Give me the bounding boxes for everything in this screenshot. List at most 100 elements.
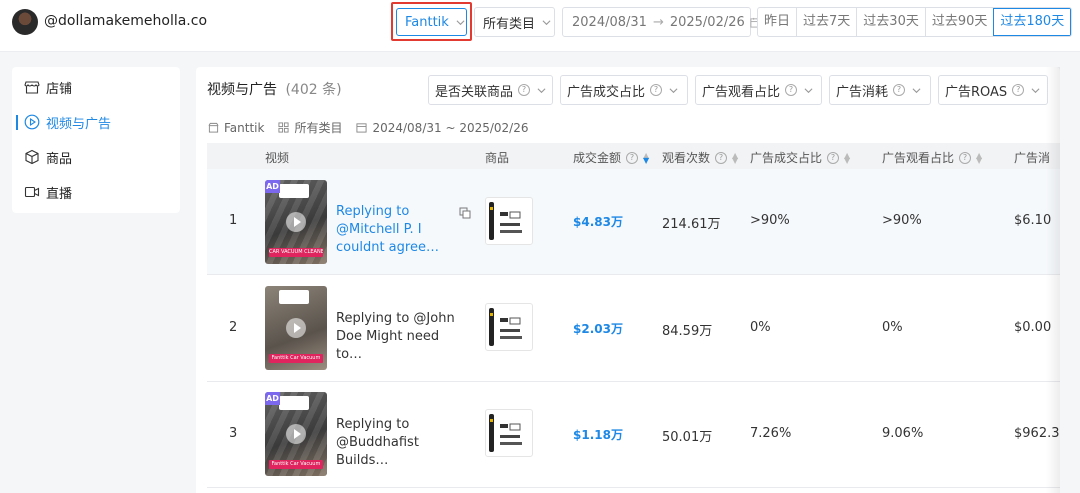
- play-icon[interactable]: [286, 212, 306, 232]
- video-title-link[interactable]: Replying to @Mitchell P. I couldnt agree…: [336, 203, 458, 257]
- col-ad-view-ratio[interactable]: 广告观看占比? ▲ ▼: [882, 149, 982, 166]
- col-label: 广告观看占比: [882, 151, 955, 165]
- active-indicator: [16, 115, 18, 130]
- store-icon: [24, 79, 40, 95]
- page-title: 视频与广告 (402 条): [207, 79, 342, 99]
- table-row[interactable]: 2 Fanttik Car Vacuum Replying to @John D…: [207, 276, 1060, 382]
- help-icon[interactable]: ?: [715, 151, 728, 164]
- filter-ad-roas[interactable]: 广告ROAS?: [938, 75, 1048, 105]
- product-image: [489, 308, 522, 346]
- table-row[interactable]: 1 AD CAR VACUUM CLEANER Replying to @Mit…: [207, 169, 1060, 275]
- help-icon[interactable]: ?: [626, 151, 639, 164]
- product-thumbnail[interactable]: [485, 197, 533, 245]
- avatar[interactable]: [12, 9, 38, 35]
- chevron-down-icon: [912, 86, 921, 95]
- col-ad-spend[interactable]: 广告消: [1014, 149, 1050, 166]
- gmv-value: $1.18万: [573, 428, 623, 442]
- ad-gmv-ratio-value: 0%: [750, 320, 771, 335]
- range-7d[interactable]: 过去7天: [796, 8, 856, 36]
- filter-ad-gmv-ratio[interactable]: 广告成交占比?: [560, 75, 688, 105]
- sidebar-item-live[interactable]: 直播: [12, 176, 180, 208]
- category-select[interactable]: 所有类目: [474, 7, 555, 37]
- filter-ad-view-ratio[interactable]: 广告观看占比?: [695, 75, 822, 105]
- video-caption: Fanttik Car Vacuum: [269, 354, 323, 363]
- calendar-icon: [356, 122, 368, 133]
- help-icon[interactable]: ?: [893, 84, 906, 96]
- col-views[interactable]: 观看次数? ▲ ▼: [662, 149, 738, 166]
- sidebar-item-label: 店铺: [46, 81, 73, 97]
- help-icon[interactable]: ?: [650, 84, 663, 96]
- sidebar-item-store[interactable]: 店铺: [12, 71, 180, 103]
- page-title-text: 视频与广告: [207, 82, 277, 98]
- row-rank: 2: [229, 320, 238, 335]
- product-thumbnail[interactable]: [485, 303, 533, 351]
- highlight-box: [391, 2, 472, 41]
- range-180d[interactable]: 过去180天: [993, 8, 1072, 36]
- meta-category: 所有类目: [278, 119, 342, 136]
- account-handle[interactable]: @dollamakemeholla.co: [44, 13, 207, 29]
- gmv-value: $4.83万: [573, 215, 623, 229]
- video-title[interactable]: Replying to @Buddhafist Builds…: [336, 416, 458, 470]
- filter-label: 广告成交占比: [567, 84, 646, 100]
- help-icon[interactable]: ?: [827, 151, 840, 164]
- table-row[interactable]: 3 AD Fanttik Car Vacuum Replying to @Bud…: [207, 382, 1060, 488]
- sort-icon[interactable]: ▲ ▼: [844, 151, 850, 164]
- range-90d[interactable]: 过去90天: [924, 8, 994, 36]
- table-header: 视频 商品 成交金额? ▲ ▼ 观看次数? ▲ ▼ 广告成交占比? ▲ ▼ 广告观看占…: [207, 143, 1060, 169]
- help-icon[interactable]: ?: [959, 151, 972, 164]
- video-caption: Fanttik Car Vacuum: [269, 460, 323, 469]
- help-icon[interactable]: ?: [785, 84, 798, 96]
- views-value: 84.59万: [662, 324, 713, 339]
- date-start: 2024/08/31: [572, 14, 647, 30]
- filter-linked-product[interactable]: 是否关联商品?: [428, 75, 553, 105]
- sidebar: 店铺 视频与广告 商品 直播: [12, 67, 180, 213]
- views-value: 50.01万: [662, 430, 713, 445]
- play-circle-icon: [24, 114, 40, 130]
- video-thumbnail[interactable]: AD CAR VACUUM CLEANER: [265, 180, 327, 264]
- meta-shop-text: Fanttik: [224, 120, 265, 135]
- ad-badge: AD: [265, 392, 280, 405]
- help-icon[interactable]: ?: [518, 84, 530, 96]
- gmv-value: $2.03万: [573, 322, 623, 336]
- meta-date: 2024/08/31 ~ 2025/02/26: [356, 121, 528, 135]
- ad-view-ratio-value: 0%: [882, 320, 903, 335]
- row-rank: 1: [229, 213, 238, 228]
- col-label: 观看次数: [662, 151, 711, 165]
- col-label: 成交金额: [573, 151, 622, 165]
- product-thumbnail[interactable]: [485, 409, 533, 457]
- sidebar-item-videos-ads[interactable]: 视频与广告: [12, 106, 180, 138]
- grid-icon: [278, 122, 289, 133]
- date-arrow: →: [652, 14, 664, 30]
- meta-category-text: 所有类目: [294, 121, 343, 135]
- video-thumbnail[interactable]: AD Fanttik Car Vacuum: [265, 392, 327, 476]
- copy-icon[interactable]: [459, 207, 471, 219]
- ad-view-ratio-value: >90%: [882, 213, 922, 228]
- play-icon[interactable]: [286, 318, 306, 338]
- range-30d[interactable]: 过去30天: [856, 8, 925, 36]
- col-ad-gmv-ratio[interactable]: 广告成交占比? ▲ ▼: [750, 149, 850, 166]
- video-thumbnail[interactable]: Fanttik Car Vacuum: [265, 286, 327, 370]
- filter-label: 广告ROAS: [945, 84, 1008, 100]
- range-yesterday[interactable]: 昨日: [758, 8, 796, 36]
- date-end: 2025/02/26: [669, 14, 745, 30]
- chevron-down-icon: [537, 86, 546, 95]
- sidebar-item-products[interactable]: 商品: [12, 141, 180, 173]
- views-value: 214.61万: [662, 217, 721, 232]
- sort-icon[interactable]: ▲ ▼: [732, 151, 738, 164]
- chevron-down-icon: [669, 86, 678, 95]
- top-bar: @dollamakemeholla.co Fanttik 所有类目 2024/0…: [0, 0, 1080, 52]
- sort-icon[interactable]: ▲ ▼: [976, 151, 982, 164]
- filter-label: 广告观看占比: [702, 84, 781, 100]
- date-range-picker[interactable]: 2024/08/31 → 2025/02/26: [562, 7, 761, 37]
- filter-ad-spend[interactable]: 广告消耗?: [829, 75, 931, 105]
- product-image: [489, 202, 522, 240]
- help-icon[interactable]: ?: [1012, 84, 1025, 96]
- box-icon: [24, 149, 40, 165]
- play-icon[interactable]: [286, 424, 306, 444]
- comment-card: [279, 184, 309, 198]
- col-gmv[interactable]: 成交金额? ▲ ▼: [573, 149, 649, 166]
- range-segmented-control: 昨日 过去7天 过去30天 过去90天 过去180天: [757, 7, 1073, 37]
- chevron-down-icon: [1031, 86, 1040, 95]
- sort-icon[interactable]: ▲ ▼: [643, 151, 649, 164]
- video-title[interactable]: Replying to @John Doe Might need to…: [336, 310, 458, 364]
